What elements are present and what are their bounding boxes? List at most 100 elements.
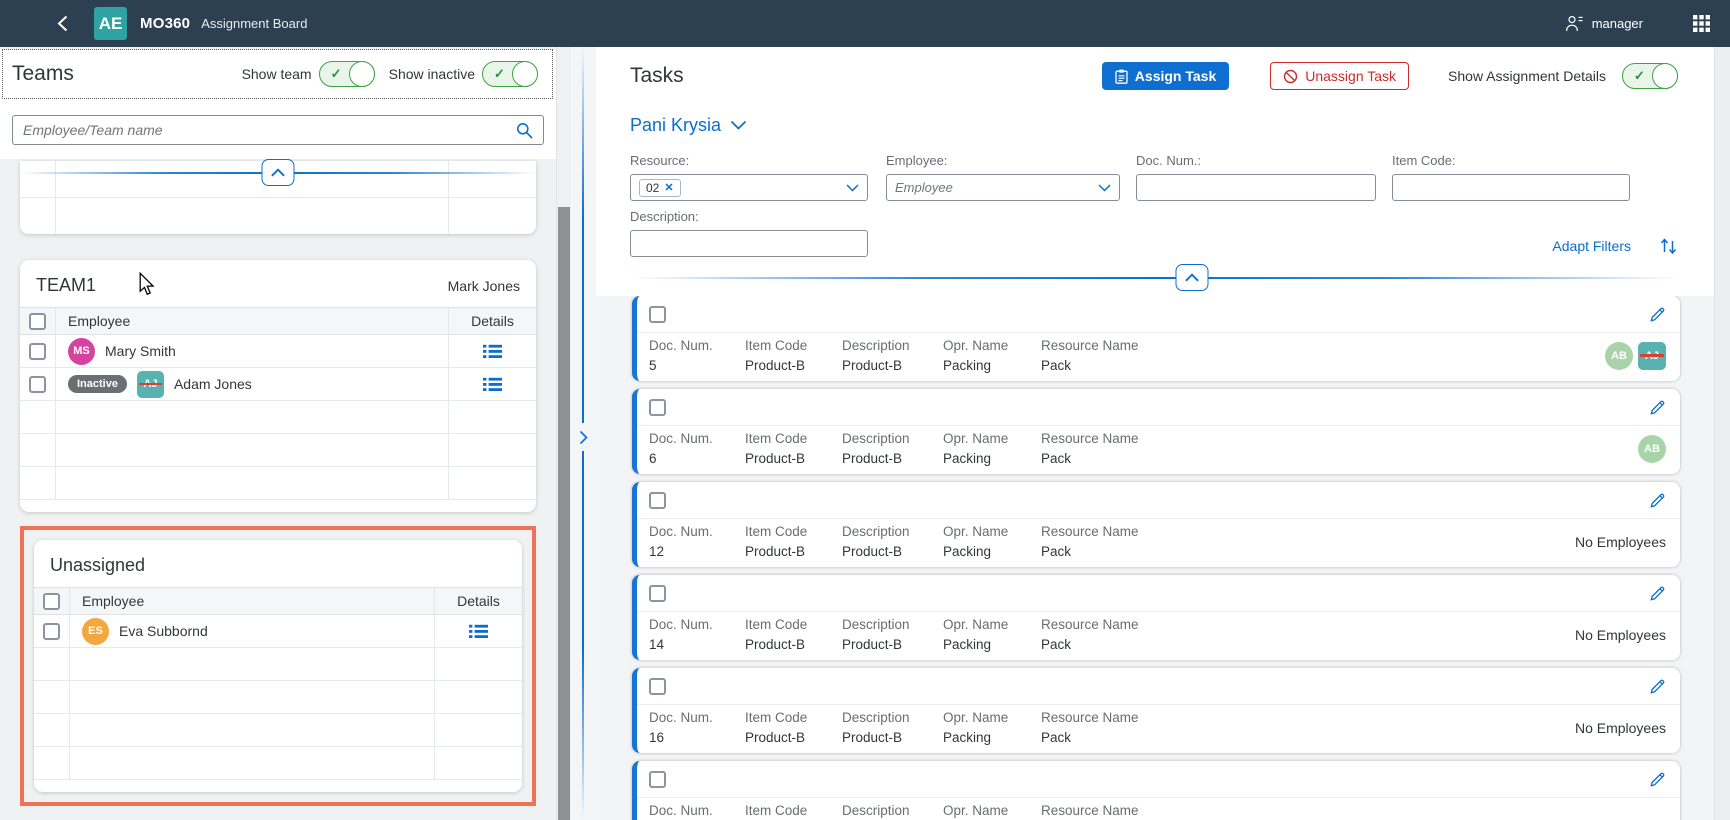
edit-pencil-icon[interactable] <box>1649 306 1666 323</box>
edit-pencil-icon[interactable] <box>1649 678 1666 695</box>
edit-pencil-icon[interactable] <box>1649 585 1666 602</box>
task-field-value: Product-B <box>745 729 842 747</box>
task-field-label: Item Code <box>745 709 842 727</box>
drop-target-highlight: UnassignedEmployeeDetailsESEva Subbornd <box>20 526 536 806</box>
collapse-up-button[interactable] <box>1176 264 1209 291</box>
collapse-up-button[interactable] <box>262 159 295 186</box>
task-field-label: Description <box>842 709 943 727</box>
task-field-value: Packing <box>943 357 1041 375</box>
adapt-filters-link[interactable]: Adapt Filters <box>1552 238 1631 254</box>
doc-num-filter-label: Doc. Num.: <box>1136 153 1376 171</box>
team-search-input[interactable] <box>23 122 516 138</box>
chevron-down-icon[interactable] <box>846 184 859 192</box>
item-code-filter-input[interactable] <box>1401 180 1621 195</box>
task-card-partial[interactable]: Doc. Num.Item CodeDescriptionOpr. NameRe… <box>632 761 1680 820</box>
doc-num-filter-field[interactable] <box>1136 174 1376 201</box>
task-field-label: Item Code <box>745 616 842 634</box>
avatar-aj: AJ <box>137 371 164 398</box>
select-all-checkbox[interactable] <box>29 313 46 330</box>
resource-filter-combo[interactable]: 02 ✕ <box>630 174 868 201</box>
edit-pencil-icon[interactable] <box>1649 492 1666 509</box>
task-field-value: Product-B <box>745 636 842 654</box>
row-checkbox[interactable] <box>29 343 46 360</box>
task-card-14[interactable]: Doc. Num.14Item CodeProduct-BDescription… <box>632 575 1680 660</box>
tasks-scrollbar[interactable] <box>1714 47 1730 820</box>
employee-filter-label: Employee: <box>886 153 1120 171</box>
task-checkbox[interactable] <box>649 399 666 416</box>
task-card-5[interactable]: Doc. Num.5Item CodeProduct-BDescriptionP… <box>632 296 1680 381</box>
description-filter-input[interactable] <box>639 236 859 251</box>
employee-row[interactable]: ESEva Subbornd <box>34 615 522 648</box>
details-icon[interactable] <box>469 624 488 639</box>
task-checkbox[interactable] <box>649 585 666 602</box>
show-assignment-details-toggle[interactable]: ✓ <box>1622 63 1678 89</box>
employee-filter-combo[interactable] <box>886 174 1120 201</box>
task-field-value: Packing <box>943 450 1041 468</box>
team-lead-name: Mark Jones <box>448 278 520 294</box>
task-checkbox[interactable] <box>649 492 666 509</box>
avatar-ms: MS <box>68 338 95 365</box>
task-field-label: Item Code <box>745 430 842 448</box>
task-field-label: Resource Name <box>1041 430 1191 448</box>
description-filter-field[interactable] <box>630 230 868 257</box>
task-card-12[interactable]: Doc. Num.12Item CodeProduct-BDescription… <box>632 482 1680 567</box>
task-checkbox[interactable] <box>649 771 666 788</box>
assign-task-button[interactable]: Assign Task <box>1102 62 1229 90</box>
row-checkbox[interactable] <box>29 376 46 393</box>
toggle-knob <box>512 61 538 87</box>
user-name[interactable]: manager <box>1592 16 1643 31</box>
task-field-label: Doc. Num. <box>649 709 745 727</box>
avatar-ab: AB <box>1638 435 1666 463</box>
show-inactive-toggle[interactable]: ✓ <box>482 61 538 87</box>
teams-scrollbar[interactable] <box>556 47 571 820</box>
task-group-selector[interactable]: Pani Krysia <box>630 115 747 136</box>
app-grid-icon[interactable] <box>1693 15 1710 32</box>
task-field-label: Description <box>842 616 943 634</box>
item-code-filter-field[interactable] <box>1392 174 1630 201</box>
employee-row[interactable]: InactiveAJAdam Jones <box>20 368 536 401</box>
token-remove-icon[interactable]: ✕ <box>664 181 673 194</box>
task-card-6[interactable]: Doc. Num.6Item CodeProduct-BDescriptionP… <box>632 389 1680 474</box>
task-field-value: Pack <box>1041 357 1191 375</box>
task-field-label: Description <box>842 337 943 355</box>
details-icon[interactable] <box>483 344 502 359</box>
team-card-team1: TEAM1Mark JonesEmployeeDetailsMSMary Smi… <box>20 260 536 512</box>
unassign-task-button[interactable]: Unassign Task <box>1270 62 1409 90</box>
employee-row[interactable]: MSMary Smith <box>20 335 536 368</box>
task-field-label: Description <box>842 523 943 541</box>
show-team-toggle[interactable]: ✓ <box>319 61 375 87</box>
scrollbar-thumb[interactable] <box>558 207 570 820</box>
team-name: Unassigned <box>50 555 145 576</box>
back-button[interactable] <box>52 14 72 34</box>
team-search-row <box>0 99 556 159</box>
empty-row <box>34 681 522 714</box>
task-field-label: Resource Name <box>1041 709 1191 727</box>
task-field-label: Item Code <box>745 523 842 541</box>
task-checkbox[interactable] <box>649 306 666 323</box>
details-icon[interactable] <box>483 377 502 392</box>
user-icon[interactable] <box>1565 15 1584 32</box>
filter-collapse-row <box>632 263 1680 296</box>
item-code-filter-label: Item Code: <box>1392 153 1630 171</box>
show-assignment-details-label: Show Assignment Details <box>1448 68 1606 84</box>
avatar-ab: AB <box>1605 342 1633 370</box>
empty-row <box>20 467 536 500</box>
panel-splitter[interactable] <box>571 47 596 820</box>
select-all-checkbox[interactable] <box>43 593 60 610</box>
task-filter-bar: Resource: 02 ✕ Employee: Doc. Num.: <box>630 145 1678 263</box>
employee-name: Adam Jones <box>174 376 252 392</box>
row-checkbox[interactable] <box>43 623 60 640</box>
chevron-down-icon[interactable] <box>1098 184 1111 192</box>
task-checkbox[interactable] <box>649 678 666 695</box>
show-inactive-label: Show inactive <box>389 66 475 82</box>
sort-icon[interactable] <box>1659 237 1678 254</box>
employee-filter-input[interactable] <box>895 180 1098 195</box>
task-field-value: Packing <box>943 543 1041 561</box>
doc-num-filter-input[interactable] <box>1145 180 1367 195</box>
edit-pencil-icon[interactable] <box>1649 399 1666 416</box>
edit-pencil-icon[interactable] <box>1649 771 1666 788</box>
search-icon[interactable] <box>516 122 533 139</box>
task-card-16[interactable]: Doc. Num.16Item CodeProduct-BDescription… <box>632 668 1680 753</box>
expand-panel-button[interactable] <box>573 423 594 451</box>
task-field-value: Pack <box>1041 543 1191 561</box>
